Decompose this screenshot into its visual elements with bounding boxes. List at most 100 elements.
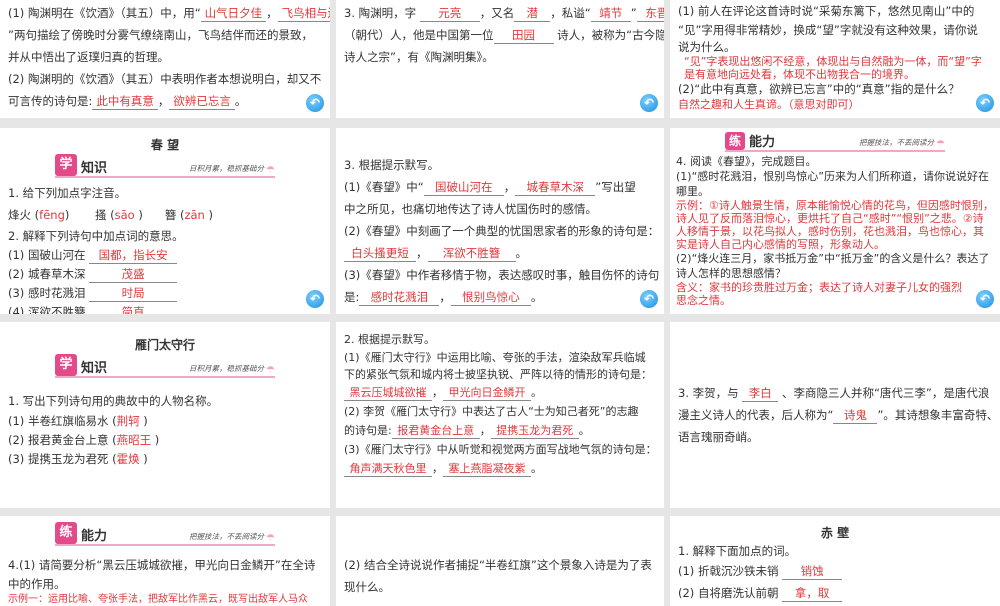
question: 4. 阅读《春望》，完成题目。 — [676, 155, 817, 168]
text: 烽火 ( — [8, 208, 40, 222]
text: (1)《雁门太守行》中运用比喻、夸张的手法，渲染敌军兵临城下的紧张气氛和城内将士… — [344, 351, 652, 381]
text: (1)《春望》中“ — [344, 180, 424, 194]
back-icon[interactable]: ↶ — [306, 290, 324, 308]
text: 、李商隐三人并称“唐代三李”，是唐代浪 — [781, 386, 990, 400]
answer: 潜 — [514, 6, 551, 22]
text: 可言传的诗句是: — [8, 94, 93, 108]
text: ”。其诗想象丰富奇特、 — [877, 408, 999, 422]
answer: 时局 — [89, 286, 178, 302]
palm-icon: ☂ — [266, 533, 275, 544]
answer: 李白 — [742, 386, 779, 402]
text: 是: — [344, 290, 360, 304]
back-icon[interactable]: ↶ — [640, 94, 658, 112]
slide-4[interactable]: 春 望 学知识 日积月累，稳抓基础分 ☂ 1. 给下列加点字注音。 烽火 (fēng… — [0, 128, 330, 314]
slide-3[interactable]: (1) 前人在评论这首诗时说“采菊东篱下，悠然见南山”中的 “见”字用得非常精妙… — [670, 0, 1000, 118]
slide-1[interactable]: (1) 陶渊明在《饮酒》（其五）中，用“山气日夕佳，飞鸟相与还 ”两句描绘了傍晚… — [0, 0, 330, 118]
answer: 示例一：运用比喻、夸张手法，把敌军比作黑云，既写出敌军人马众多， — [8, 594, 308, 605]
slide-12[interactable]: 赤 壁 1. 解释下面加点的词。 (1) 折戟沉沙铁未销 销蚀 (2) 自将磨洗… — [670, 516, 1000, 606]
text: (2) 陶渊明的《饮酒》（其五）中表明作者本想说明白，却又不 — [8, 72, 322, 86]
text: (3)《春望》中作者移情于物，表达感叹时事，触目伤怀的诗句 — [344, 268, 660, 282]
text: 并从中悟出了返璞归真的哲理。 — [8, 50, 169, 64]
slide-10[interactable]: 练能力 把握技法，不丢阅读分 ☂ 4.(1) 请简要分析“黑云压城城欲摧，甲光向日金… — [0, 516, 330, 606]
answer: 靖节 — [590, 6, 631, 22]
text: (4) 浑欲不胜簪 — [8, 305, 86, 314]
answer: 自然之趣和人生真谛。（意思对即可） — [678, 98, 860, 111]
badge: 练 — [725, 132, 745, 150]
slide-8[interactable]: 2. 根据提示默写。 (1)《雁门太守行》中运用比喻、夸张的手法，渲染敌军兵临城… — [336, 322, 664, 508]
palm-icon: ☂ — [266, 165, 275, 176]
section-header: 练能力 把握技法，不丢阅读分 ☂ — [725, 132, 945, 152]
answer: 示例：①诗人触景生情，原本能愉悦心情的花鸟，但因感时恨别，诗人见了反而落泪惊心，… — [676, 199, 994, 251]
text: (2) 自将磨洗认前朝 — [678, 586, 779, 600]
text: ，私谥“ — [550, 6, 591, 20]
back-icon[interactable]: ↶ — [976, 94, 994, 112]
answer: 恨别鸟惊心 — [450, 290, 531, 306]
answer: 欲辨已忘言 — [169, 94, 235, 110]
text: 现什么。 — [344, 580, 390, 594]
text: “见”字用得非常精妙，换成“望”字就没有这种效果，请你说 — [678, 23, 978, 37]
back-icon[interactable]: ↶ — [640, 290, 658, 308]
text: (2) 结合全诗说说作者捕捉“半卷红旗”这个景象入诗是为了表 — [344, 558, 652, 572]
answer: 飞鸟相与还 — [277, 6, 330, 22]
answer: “见”字表现出悠闲不经意，体现出与自然融为一体，而“望”字是有意地向远处看，体现… — [684, 55, 982, 81]
section-header: 练能力 把握技法，不丢阅读分 ☂ — [55, 522, 275, 546]
text: (2)“此中有真意，欲辨已忘言”中的“真意”指的是什么？ — [678, 82, 960, 96]
answer: 国破山河在 — [423, 180, 504, 196]
answer: 浑欲不胜簪 — [427, 246, 516, 262]
answer: 报君黄金台上意 — [391, 423, 480, 439]
text: ) — [154, 433, 160, 447]
section-subtitle: 把握技法，不丢阅读分 — [859, 138, 935, 147]
back-icon[interactable]: ↶ — [976, 290, 994, 308]
section-name: 知识 — [81, 361, 108, 376]
slide-5[interactable]: 3. 根据提示默写。 (1)《春望》中“ 国破山河在，城春草木深 ”写出望 中之所见… — [336, 128, 664, 314]
badge: 学 — [55, 154, 77, 176]
text: 。 — [531, 462, 542, 475]
back-icon[interactable]: ↶ — [306, 94, 324, 112]
answer: 销蚀 — [782, 564, 843, 580]
answer: 简直 — [89, 305, 177, 314]
text: (1) 前人在评论这首诗时说“采菊东篱下，悠然见南山”中的 — [678, 4, 975, 18]
section-header: 学知识 日积月累，稳抓基础分 ☂ — [55, 154, 275, 178]
text: 3. 李贺，与 — [678, 386, 739, 400]
answer: 黑云压城城欲摧 — [344, 385, 432, 401]
answer: sāo — [114, 208, 135, 222]
text: (3)《雁门太守行》中从听觉和视觉两方面写战地气氛的诗句是： — [344, 443, 657, 456]
answer: 感时花溅泪 — [359, 290, 440, 306]
text: 。 — [515, 246, 528, 260]
answer: 燕昭王 — [116, 433, 152, 447]
text: 诗人，被称为“古今隐逸 — [557, 28, 664, 42]
section-subtitle: 把握技法，不丢阅读分 — [189, 532, 265, 541]
palm-icon: ☂ — [936, 139, 945, 150]
question: 3. 根据提示默写。 — [344, 158, 440, 172]
question: 1. 给下列加点字注音。 — [8, 186, 127, 200]
lesson-title: 春 望 — [150, 138, 180, 152]
badge: 学 — [55, 354, 77, 376]
slide-7[interactable]: 雁门太守行 学知识 日积月累，稳抓基础分 ☂ 1. 写出下列诗句用的典故中的人物名称… — [0, 322, 330, 508]
answer: 国都，指长安 — [89, 248, 178, 264]
text: ”写出望 — [595, 180, 636, 194]
text: (3) 感时花溅泪 — [8, 286, 86, 300]
answer: 茂盛 — [89, 267, 178, 283]
slide-6[interactable]: 练能力 把握技法，不丢阅读分 ☂ 4. 阅读《春望》，完成题目。 (1)“感时花溅泪… — [670, 128, 1000, 314]
text: (1) 折戟沉沙铁未销 — [678, 564, 779, 578]
text: 说为什么。 — [678, 40, 736, 54]
text: (2)“烽火连三月，家书抵万金”中“抵万金”的含义是什么？ — [676, 252, 957, 265]
section-header: 学知识 日积月累，稳抓基础分 ☂ — [55, 354, 275, 378]
text: 搔 ( — [94, 208, 115, 222]
text: ) — [138, 208, 143, 222]
text: 。 — [234, 94, 247, 108]
slide-9[interactable]: 3. 李贺，与 李白 、李商隐三人并称“唐代三李”，是唐代浪 漫主义诗人的代表，… — [670, 322, 1000, 508]
text: 诗人之宗”，有《陶渊明集》。 — [344, 50, 494, 64]
text: (2) 城春草木深 — [8, 267, 86, 281]
text: 漫主义诗人的代表，后人称为“ — [678, 408, 834, 422]
question: 1. 写出下列诗句用的典故中的人物名称。 — [8, 394, 219, 408]
text: ”两句描绘了傍晚时分雾气缭绕南山，飞鸟结伴而还的景致， — [8, 28, 313, 42]
question: 2. 根据提示默写。 — [344, 333, 435, 346]
slide-11[interactable]: (2) 结合全诗说说作者捕捉“半卷红旗”这个景象入诗是为了表 现什么。 — [336, 516, 664, 606]
slide-2[interactable]: 3. 陶渊明，字 元亮 ，又名潜，私谥“ 靖节” 东晋 （朝代）人，他是中国第一位 田园… — [336, 0, 664, 118]
answer: 角声满天秋色里 — [344, 461, 432, 477]
section-name: 能力 — [749, 135, 776, 150]
section-subtitle: 日积月累，稳抓基础分 — [189, 164, 265, 173]
text: ) — [143, 414, 148, 428]
text: 的诗句是: — [344, 424, 392, 437]
